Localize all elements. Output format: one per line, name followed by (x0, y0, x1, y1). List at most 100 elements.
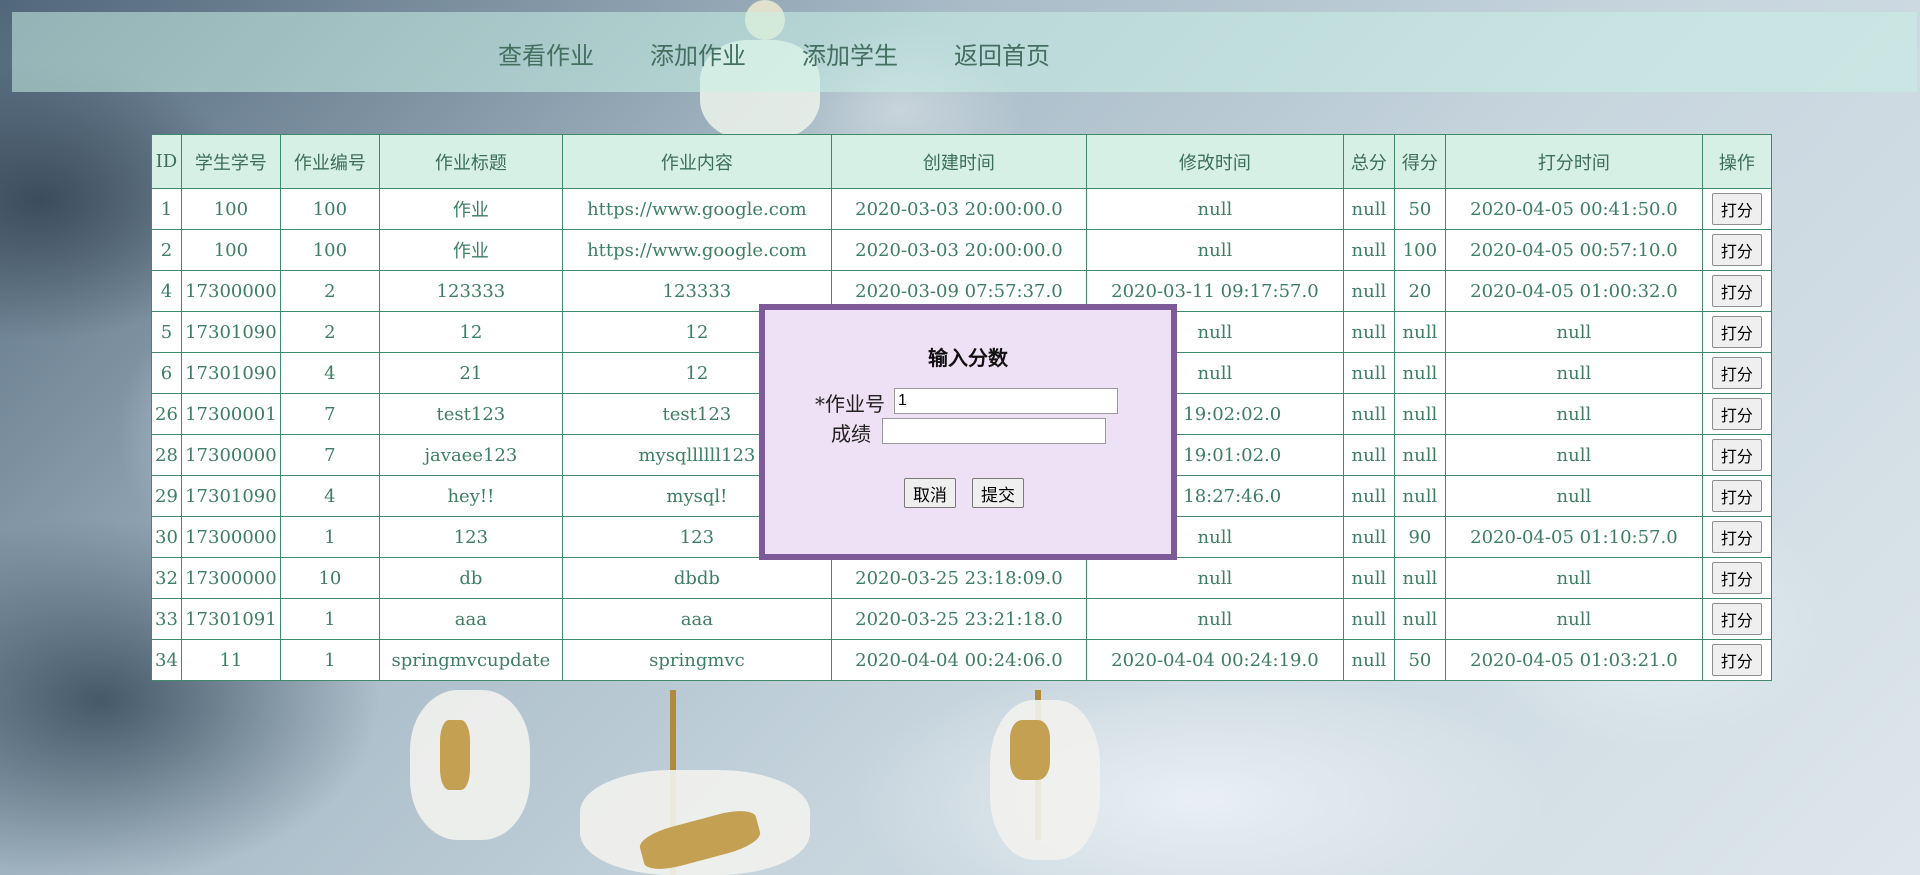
nav-add-student[interactable]: 添加学生 (802, 36, 898, 71)
col-id: ID (151, 134, 182, 189)
cell-student-id: 100 (180, 188, 281, 230)
cell-total: null (1342, 557, 1395, 599)
cell-homework-no: 7 (279, 393, 380, 435)
grade-button[interactable]: 打分 (1711, 439, 1762, 471)
cell-total: null (1342, 598, 1395, 640)
cell-id: 5 (151, 311, 182, 353)
grade-button[interactable]: 打分 (1711, 398, 1762, 430)
cell-total: null (1342, 639, 1395, 681)
cell-grading-time: null (1444, 434, 1703, 476)
col-grading-time: 打分时间 (1444, 134, 1703, 189)
cell-grading-time: 2020-04-05 01:10:57.0 (1444, 516, 1703, 558)
cell-action: 打分 (1701, 598, 1772, 640)
cell-student-id: 17300000 (180, 557, 281, 599)
cell-grading-time: 2020-04-05 00:57:10.0 (1444, 229, 1703, 271)
cell-total: null (1342, 516, 1395, 558)
cell-score: null (1393, 434, 1446, 476)
grade-button[interactable]: 打分 (1711, 316, 1762, 348)
nav-add-homework[interactable]: 添加作业 (650, 36, 746, 71)
cell-title: springmvcupdate (378, 639, 563, 681)
cell-total: null (1342, 434, 1395, 476)
score-input[interactable] (882, 418, 1106, 444)
cell-homework-no: 2 (279, 270, 380, 312)
cell-content: aaa (561, 598, 832, 640)
cell-student-id: 17300000 (180, 434, 281, 476)
grade-button[interactable]: 打分 (1711, 275, 1762, 307)
col-total-score: 总分 (1342, 134, 1395, 189)
cell-score: null (1393, 393, 1446, 435)
cell-grading-time: 2020-04-05 01:00:32.0 (1444, 270, 1703, 312)
grade-button[interactable]: 打分 (1711, 521, 1762, 553)
cell-id: 28 (151, 434, 182, 476)
cell-id: 29 (151, 475, 182, 517)
cell-action: 打分 (1701, 516, 1772, 558)
cell-action: 打分 (1701, 393, 1772, 435)
cell-id: 34 (151, 639, 182, 681)
cell-action: 打分 (1701, 188, 1772, 230)
cell-created: 2020-03-03 20:00:00.0 (830, 188, 1087, 230)
cell-total: null (1342, 393, 1395, 435)
grade-button[interactable]: 打分 (1711, 193, 1762, 225)
cell-grading-time: null (1444, 598, 1703, 640)
cell-title: aaa (378, 598, 563, 640)
cell-created: 2020-03-03 20:00:00.0 (830, 229, 1087, 271)
grade-button[interactable]: 打分 (1711, 562, 1762, 594)
col-homework-no: 作业编号 (279, 134, 380, 189)
submit-button[interactable]: 提交 (972, 478, 1024, 508)
cell-action: 打分 (1701, 557, 1772, 599)
top-nav-bar: 查看作业 添加作业 添加学生 返回首页 (12, 12, 1917, 92)
cell-action: 打分 (1701, 270, 1772, 312)
cell-student-id: 17301090 (180, 311, 281, 353)
table-row: 2 100 100 作业 https://www.google.com 2020-03-0… (151, 229, 1772, 271)
nav-view-homework[interactable]: 查看作业 (498, 36, 594, 71)
col-created-time: 创建时间 (830, 134, 1087, 189)
cell-homework-no: 4 (279, 475, 380, 517)
cell-homework-no: 2 (279, 311, 380, 353)
cell-id: 6 (151, 352, 182, 394)
cell-id: 1 (151, 188, 182, 230)
col-student-id: 学生学号 (180, 134, 281, 189)
cancel-button[interactable]: 取消 (904, 478, 956, 508)
cell-score: 100 (1393, 229, 1446, 271)
cell-modified: null (1085, 188, 1344, 230)
grade-button[interactable]: 打分 (1711, 234, 1762, 266)
table-row: 34 11 1 springmvcupdate springmvc 2020-04-04 … (151, 639, 1772, 681)
score-label: 成绩 (831, 422, 871, 446)
cell-action: 打分 (1701, 639, 1772, 681)
cell-student-id: 17301091 (180, 598, 281, 640)
cell-total: null (1342, 311, 1395, 353)
grade-button[interactable]: 打分 (1711, 480, 1762, 512)
cell-modified: null (1085, 557, 1344, 599)
homework-id-label: *作业号 (815, 392, 885, 416)
cell-title: javaee123 (378, 434, 563, 476)
cell-title: hey!! (378, 475, 563, 517)
cell-score: null (1393, 598, 1446, 640)
cell-id: 2 (151, 229, 182, 271)
cell-score: null (1393, 475, 1446, 517)
cell-created: 2020-04-04 00:24:06.0 (830, 639, 1087, 681)
cell-total: null (1342, 270, 1395, 312)
cell-grading-time: null (1444, 311, 1703, 353)
cell-created: 2020-03-25 23:18:09.0 (830, 557, 1087, 599)
grade-button[interactable]: 打分 (1711, 603, 1762, 635)
cell-homework-no: 7 (279, 434, 380, 476)
col-homework-title: 作业标题 (378, 134, 563, 189)
cell-title: 123333 (378, 270, 563, 312)
cell-grading-time: 2020-04-05 00:41:50.0 (1444, 188, 1703, 230)
nav-back-home[interactable]: 返回首页 (954, 36, 1050, 71)
cell-homework-no: 100 (279, 188, 380, 230)
grade-button[interactable]: 打分 (1711, 357, 1762, 389)
homework-id-input[interactable] (894, 388, 1118, 414)
cell-action: 打分 (1701, 475, 1772, 517)
cell-id: 26 (151, 393, 182, 435)
table-row: 32 17300000 10 db dbdb 2020-03-25 23:18:09.0 n… (151, 557, 1772, 599)
cell-homework-no: 10 (279, 557, 380, 599)
cell-created: 2020-03-25 23:21:18.0 (830, 598, 1087, 640)
cell-content: springmvc (561, 639, 832, 681)
col-action: 操作 (1701, 134, 1772, 189)
nav-menu: 查看作业 添加作业 添加学生 返回首页 (498, 36, 1106, 71)
cell-homework-no: 1 (279, 516, 380, 558)
cell-score: null (1393, 352, 1446, 394)
grade-button[interactable]: 打分 (1711, 644, 1762, 676)
cell-id: 4 (151, 270, 182, 312)
